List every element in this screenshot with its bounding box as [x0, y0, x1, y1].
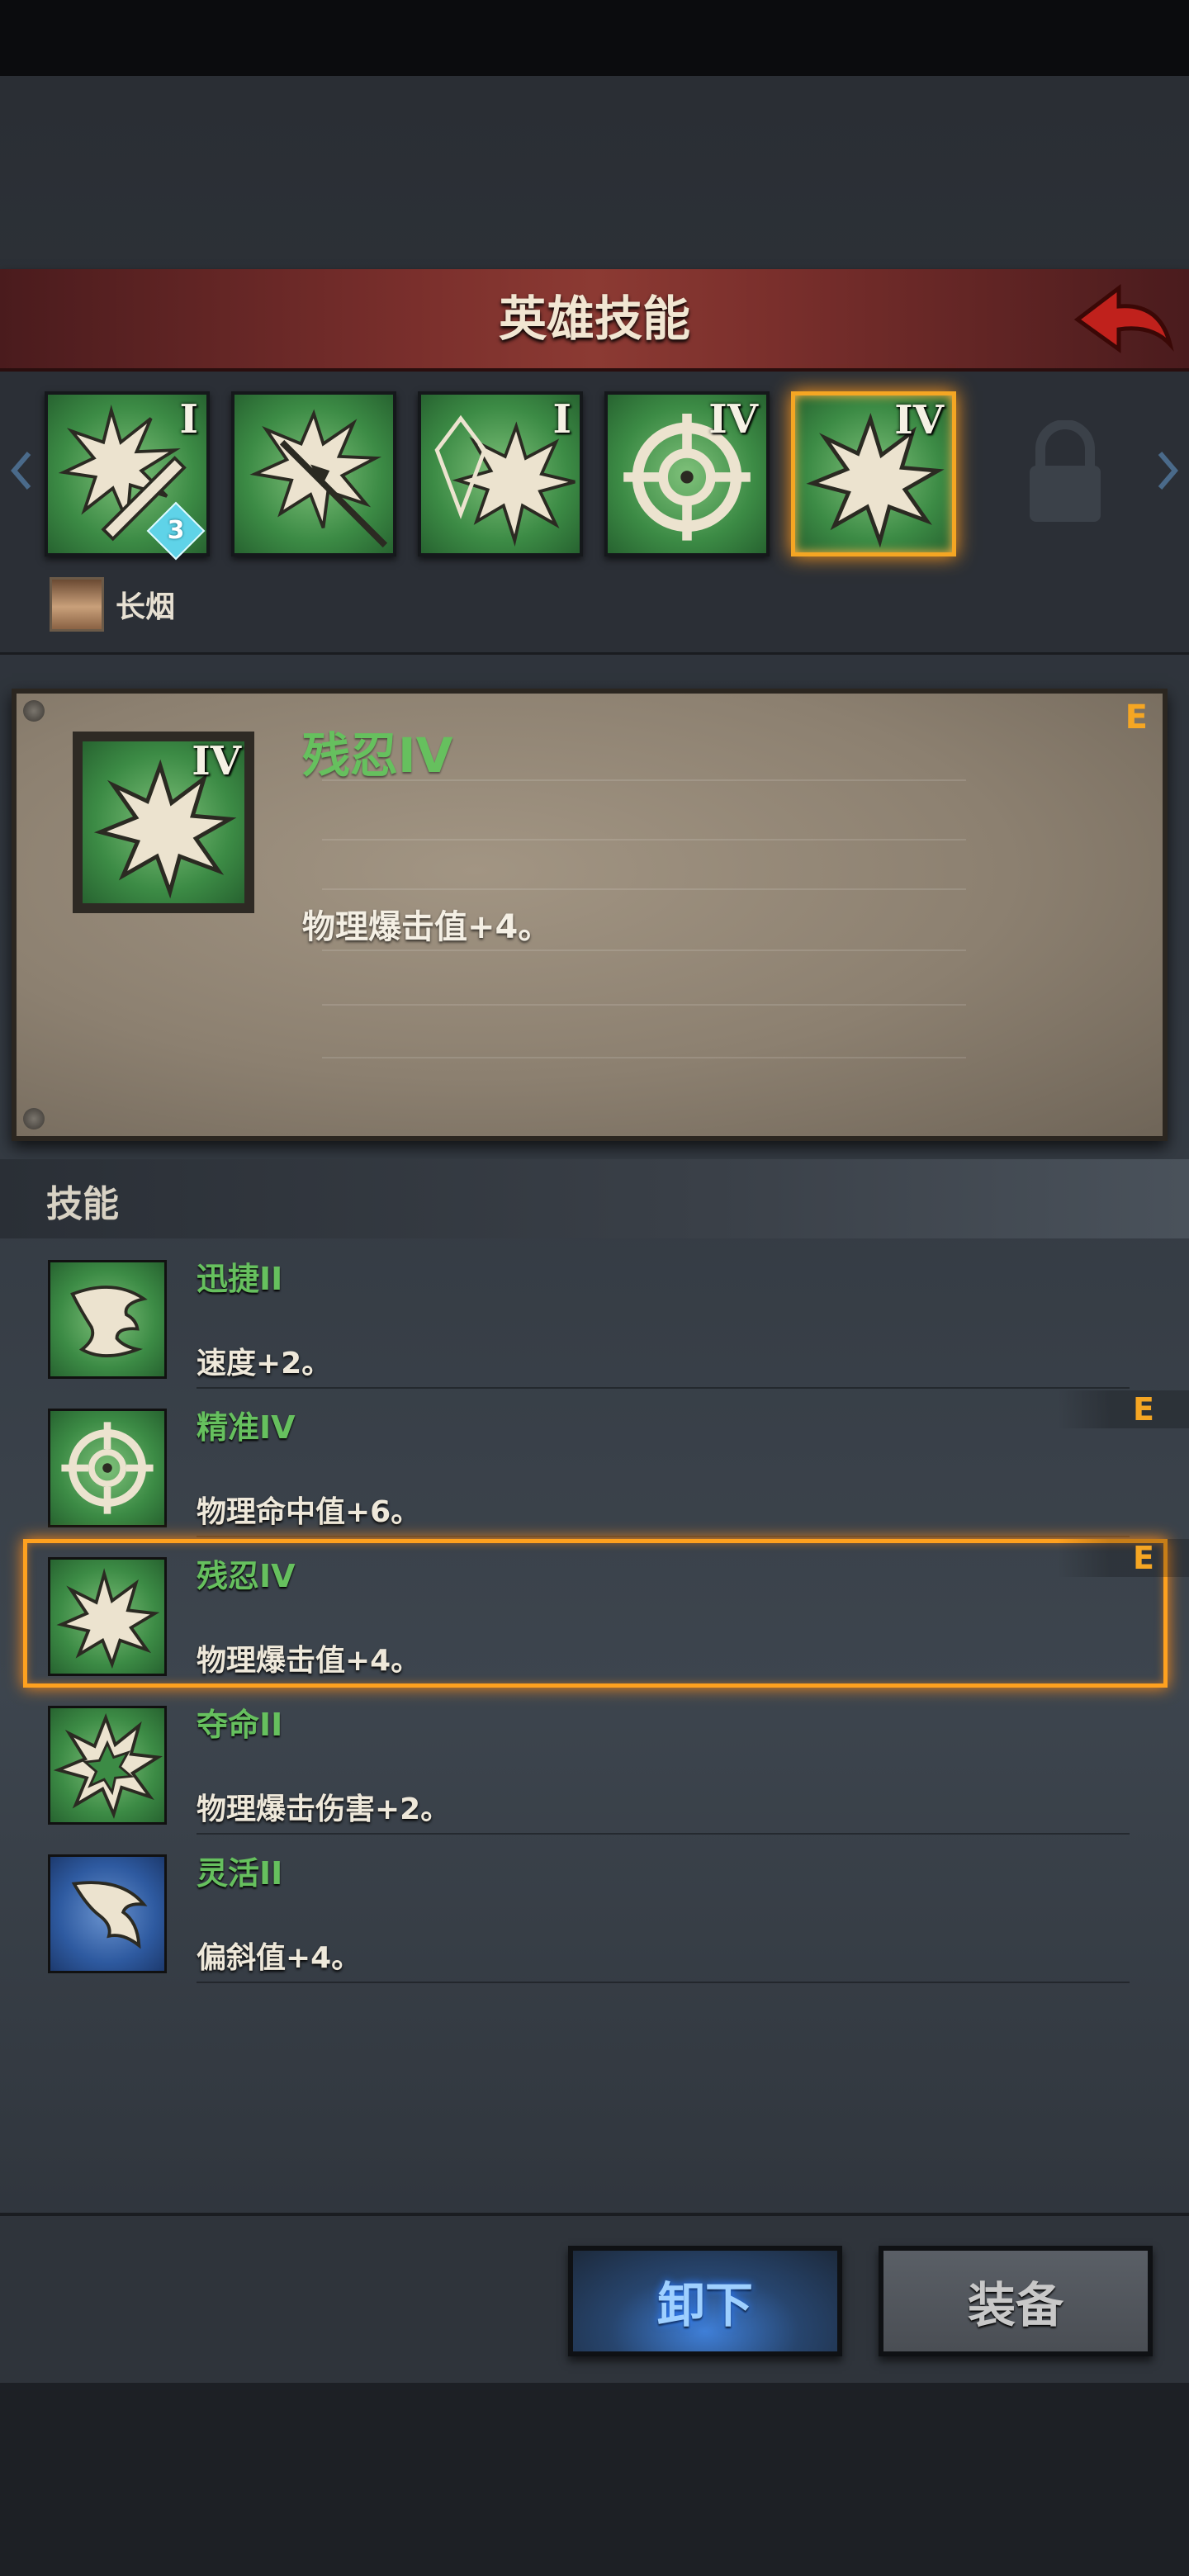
- skill-icon: [48, 1409, 167, 1527]
- skill-name: 残忍IV: [197, 1558, 296, 1594]
- skill-icon: [48, 1557, 167, 1676]
- hero-name: 长烟: [116, 590, 176, 624]
- scroll-left-button[interactable]: [5, 446, 38, 495]
- chevron-right-icon: [1158, 452, 1178, 490]
- skill-name: 灵活II: [197, 1855, 283, 1892]
- crosshair-icon: [61, 1422, 154, 1514]
- skill-description: 物理命中值+6。: [197, 1495, 421, 1529]
- bottom-navigation-area: [0, 2379, 1189, 2576]
- card-rule: [322, 1004, 966, 1006]
- skill-row[interactable]: 迅捷II 速度+2。: [0, 1242, 1189, 1390]
- feather-icon: [71, 1881, 148, 1949]
- skills-section-header: 技能: [0, 1159, 1189, 1238]
- status-bar: [0, 0, 1189, 76]
- row-divider: [197, 1833, 1130, 1835]
- selection-highlight: [23, 1539, 1168, 1688]
- back-button[interactable]: [1065, 274, 1181, 365]
- skill-name: 夺命II: [197, 1707, 283, 1743]
- slot-rank: I: [552, 396, 571, 443]
- locked-slot: [983, 391, 1148, 556]
- skill-slot-3[interactable]: I: [418, 391, 583, 556]
- skill-slot-4[interactable]: IV: [604, 391, 770, 556]
- skill-detail-card: IV 残忍IV 物理爆击值+4。 E: [12, 689, 1168, 1141]
- skill-row[interactable]: 精准IV 物理命中值+6。 E: [0, 1390, 1189, 1539]
- slot-rank: IV: [708, 396, 758, 443]
- slot-rank: IV: [894, 397, 944, 443]
- detail-description: 物理爆击值+4。: [302, 908, 552, 946]
- row-divider: [197, 1982, 1130, 1983]
- back-arrow-icon: [1073, 283, 1174, 353]
- skill-description: 速度+2。: [197, 1347, 332, 1380]
- skill-row[interactable]: 夺命II 物理爆击伤害+2。: [0, 1688, 1189, 1836]
- equipped-tag: E: [1057, 1539, 1189, 1577]
- wing-icon: [70, 1286, 148, 1357]
- skill-icon: [48, 1706, 167, 1825]
- skills-section-label: 技能: [46, 1183, 119, 1225]
- chevron-left-icon: [11, 452, 31, 490]
- title-banner: 英雄技能: [0, 269, 1189, 372]
- skill-icon: [48, 1854, 167, 1973]
- lock-icon: [1030, 420, 1101, 522]
- skill-icon: [48, 1260, 167, 1379]
- detail-rank: IV: [192, 738, 241, 784]
- skill-slot-2[interactable]: [231, 391, 396, 556]
- burst-spear-icon: [249, 409, 388, 548]
- row-divider: [197, 1387, 1130, 1389]
- card-rule: [322, 839, 966, 841]
- equip-button[interactable]: 装备: [879, 2246, 1153, 2356]
- detail-title: 残忍IV: [302, 727, 453, 784]
- skill-description: 物理爆击伤害+2。: [197, 1792, 451, 1826]
- row-divider: [197, 1536, 1130, 1537]
- skill-row[interactable]: 灵活II 偏斜值+4。: [0, 1836, 1189, 1985]
- card-rule: [322, 949, 966, 951]
- hero-info: 长烟: [50, 575, 175, 634]
- skill-name: 精准IV: [197, 1409, 296, 1446]
- card-rule: [322, 888, 966, 890]
- hero-avatar[interactable]: [50, 577, 104, 632]
- rivet: [23, 700, 45, 722]
- skill-description: 物理爆击值+4。: [197, 1644, 421, 1678]
- gem-count: 3: [167, 516, 185, 545]
- skill-slot-5[interactable]: IV: [791, 391, 956, 556]
- unequip-button[interactable]: 卸下: [568, 2246, 842, 2356]
- skill-row-selected[interactable]: 残忍IV 物理爆击值+4。 E: [0, 1539, 1189, 1688]
- skill-description: 偏斜值+4。: [197, 1941, 362, 1975]
- skill-name: 迅捷II: [197, 1261, 283, 1297]
- equipped-tag: E: [1125, 698, 1148, 736]
- rivet: [23, 1108, 45, 1129]
- skill-slot-1[interactable]: I 3: [45, 391, 210, 561]
- card-rule: [322, 1057, 966, 1058]
- detail-icon: IV: [83, 738, 244, 903]
- burst-icon: [56, 1568, 160, 1669]
- scroll-right-button[interactable]: [1151, 446, 1184, 495]
- detail-icon-frame: IV: [73, 732, 254, 913]
- equipped-tag: E: [1057, 1390, 1189, 1428]
- slot-rank: I: [179, 396, 198, 443]
- page-title: 英雄技能: [498, 291, 690, 347]
- double-burst-icon: [53, 1712, 163, 1820]
